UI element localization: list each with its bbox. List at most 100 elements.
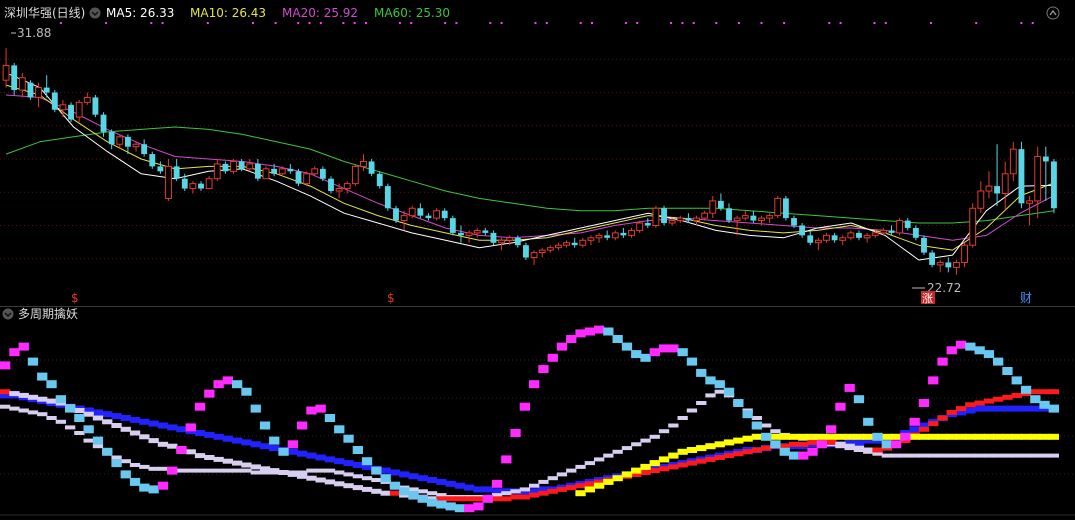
yellow-band-segment (881, 433, 892, 440)
lavender-line-segment (909, 453, 920, 458)
red-line-segment (649, 468, 660, 474)
fast-line-segment (1002, 367, 1013, 375)
fast-line-segment (621, 342, 633, 351)
lavender-line-segment (157, 466, 169, 471)
red-line-segment (250, 464, 261, 470)
fast-line-segment (1048, 404, 1059, 413)
candle-body (741, 215, 749, 219)
fast-line-segment (863, 417, 874, 426)
blue-band-segment (111, 413, 122, 420)
candle-body (912, 227, 919, 238)
lavender-line-segment (27, 410, 39, 415)
lavender-line-segment (306, 468, 317, 473)
candle (579, 237, 587, 248)
candle (18, 72, 26, 98)
fast-line-segment (974, 346, 985, 355)
ma20-value: MA20: 25.92 (282, 6, 358, 20)
lavender-line-segment (621, 446, 633, 451)
fast-line-segment (445, 502, 456, 511)
candle-body (303, 173, 311, 185)
candle-body (490, 232, 497, 243)
fast-line-segment (529, 380, 540, 389)
candle (59, 99, 67, 118)
lavender-line-segment (194, 468, 206, 473)
blue-band-segment (1011, 405, 1022, 412)
signal-dot (206, 22, 209, 24)
fast-line-segment (83, 425, 94, 434)
signal-dot-markers (59, 22, 1034, 24)
signal-dot (975, 22, 978, 24)
candle-body (254, 163, 261, 179)
lavender-line-segment (770, 429, 781, 434)
red-line-segment (519, 494, 530, 500)
blue-band-segment (176, 426, 187, 433)
red-line-segment (844, 443, 855, 449)
fast-line-segment (315, 404, 326, 413)
candle-body (758, 217, 765, 222)
yellow-band-segment (946, 433, 957, 440)
candle (68, 102, 74, 123)
lavender-line-segment (631, 442, 642, 447)
stock-chart[interactable]: 深圳华强(日线) MA5: 26.33 MA10: 26.43 MA20: 25… (0, 0, 1075, 520)
candle (230, 159, 237, 174)
collapse-icon[interactable] (89, 7, 101, 19)
candle (961, 242, 969, 268)
yellow-band-segment (714, 441, 725, 448)
candle (11, 62, 18, 95)
candle (538, 247, 546, 258)
fast-line-segment (510, 429, 521, 437)
fast-line-segment (297, 421, 308, 430)
signal-dot (579, 22, 582, 24)
red-line-segment (696, 458, 707, 464)
red-line-segment (232, 460, 243, 466)
lavender-line-segment (946, 453, 957, 458)
candle-body (100, 114, 107, 132)
red-line-segment (788, 441, 800, 447)
candle-body (376, 173, 383, 187)
fast-line-segment (334, 425, 345, 434)
red-line-segment (501, 496, 512, 502)
signal-dot (489, 22, 492, 24)
candle-body (977, 190, 985, 209)
blue-band-segment (92, 409, 104, 416)
fast-line-segment (361, 457, 373, 466)
candle-body (595, 234, 603, 239)
expand-icon[interactable] (1046, 6, 1060, 20)
candle-body (628, 229, 635, 236)
fast-line-segment (547, 353, 558, 362)
yellow-band-segment (937, 433, 948, 440)
fast-line-segment (55, 395, 66, 404)
red-line-segment (491, 496, 503, 502)
red-line-segment (269, 468, 280, 474)
signal-dot (59, 22, 62, 24)
candle-body (2, 64, 10, 81)
fast-line-segment (649, 348, 660, 357)
fast-line-segment (631, 350, 642, 359)
yellow-band-segment (1020, 433, 1032, 440)
candle (945, 257, 952, 273)
candle (254, 159, 261, 182)
candle-body (676, 217, 684, 222)
fast-line-segment (324, 414, 336, 422)
red-line-segment (139, 434, 150, 440)
blue-band-segment (148, 420, 159, 427)
candle (904, 218, 911, 231)
signal-dot (410, 22, 413, 24)
lavender-line-segment (993, 453, 1004, 458)
lavender-line-segment (696, 401, 707, 405)
lower-collapse-icon[interactable] (2, 308, 14, 320)
candle (165, 159, 172, 201)
lavender-line-segment (547, 476, 558, 481)
blue-band-segment (222, 435, 233, 442)
candle (441, 208, 448, 221)
fast-line-segment (835, 402, 846, 411)
candle (433, 208, 441, 221)
candle-body (726, 208, 732, 221)
lavender-line-segment (668, 423, 679, 428)
lavender-line-segment (677, 416, 688, 420)
candle-body (652, 207, 660, 227)
fast-line-segment (788, 451, 800, 460)
yellow-band-segment (1011, 433, 1022, 440)
red-line-segment (928, 421, 939, 427)
blue-band-segment (139, 418, 150, 425)
